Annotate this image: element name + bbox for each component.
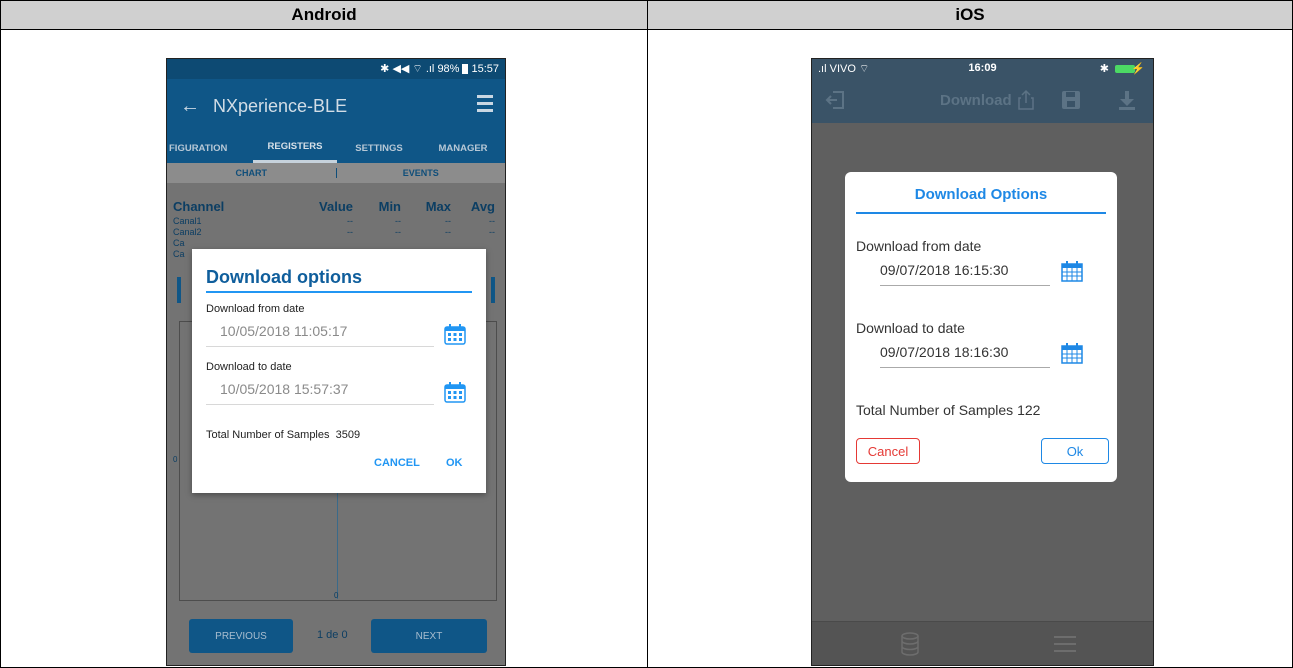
android-toolbar: ← NXperience-BLE <box>167 79 505 133</box>
back-arrow-icon[interactable]: ← <box>167 95 213 118</box>
android-column-header: Android <box>1 1 647 30</box>
page-indicator: 1 de 0 <box>317 629 348 641</box>
total-samples: Total Number of Samples 122 <box>856 402 1041 418</box>
cancel-button[interactable]: Cancel <box>856 438 920 464</box>
cancel-button[interactable]: CANCEL <box>374 457 420 469</box>
from-date-field[interactable]: 09/07/2018 16:15:30 <box>880 262 1050 286</box>
to-date-field[interactable]: 10/05/2018 15:57:37 <box>206 381 434 405</box>
to-date-label: Download to date <box>206 361 292 373</box>
from-date-field[interactable]: 10/05/2018 11:05:17 <box>206 323 434 347</box>
channel-name: Canal1 <box>173 216 202 226</box>
column-divider <box>647 1 648 667</box>
ios-toolbar: Download <box>812 79 1153 123</box>
previous-button[interactable]: PREVIOUS <box>189 619 293 653</box>
download-icon[interactable] <box>1116 89 1138 111</box>
android-screenshot: ✱ ◀◀ ⌔ .ıl 98% 15:57 ← NXperience-BLE FI… <box>166 58 506 666</box>
table-row: Canal1 -- -- -- -- <box>173 216 499 226</box>
tab-manager[interactable]: MANAGER <box>421 133 505 163</box>
channel-avg: -- <box>489 227 495 237</box>
chart-right-button[interactable] <box>491 277 495 303</box>
title-underline <box>856 212 1106 214</box>
header-value: Value <box>319 199 353 214</box>
sub-tabs: CHART EVENTS <box>167 163 505 183</box>
subtab-events[interactable]: EVENTS <box>337 163 506 183</box>
channel-name: Canal2 <box>173 227 202 237</box>
chart-left-button[interactable] <box>177 277 181 303</box>
to-date-label: Download to date <box>856 320 965 336</box>
exit-icon[interactable] <box>824 89 846 111</box>
total-samples-label: Total Number of Samples <box>206 429 330 441</box>
title-underline <box>206 291 472 293</box>
toolbar-title: Download <box>940 92 1012 109</box>
header-max: Max <box>425 199 451 214</box>
channel-min: -- <box>395 227 401 237</box>
database-icon[interactable] <box>900 632 920 661</box>
chart-zero-left: 0 <box>173 455 178 464</box>
calendar-icon[interactable] <box>1061 260 1083 282</box>
header-min: Min <box>378 199 401 214</box>
channel-min: -- <box>395 216 401 226</box>
tab-settings[interactable]: SETTINGS <box>337 133 421 163</box>
channel-max: -- <box>445 216 451 226</box>
header-channel: Channel <box>173 199 225 214</box>
app-title: NXperience-BLE <box>213 95 348 116</box>
from-date-label: Download from date <box>856 238 982 254</box>
tab-registers[interactable]: REGISTERS <box>253 133 337 163</box>
next-button[interactable]: NEXT <box>371 619 487 653</box>
ios-column-header: iOS <box>648 1 1292 30</box>
main-tabs: FIGURATION REGISTERS SETTINGS MANAGER <box>167 133 505 163</box>
channel-max: -- <box>445 227 451 237</box>
channel-value: -- <box>347 227 353 237</box>
bluetooth-icon: ✱ <box>1099 63 1109 75</box>
total-samples: Total Number of Samples 3509 <box>206 429 360 441</box>
calendar-icon[interactable] <box>444 381 466 403</box>
subtab-chart[interactable]: CHART <box>167 163 336 183</box>
header-avg: Avg <box>470 199 495 214</box>
battery-icon <box>462 64 469 74</box>
menu-icon[interactable] <box>1054 636 1076 652</box>
android-status-bar: ✱ ◀◀ ⌔ .ıl 98% 15:57 <box>167 59 505 79</box>
table-row: Ca <box>173 238 499 248</box>
to-date-field[interactable]: 09/07/2018 18:16:30 <box>880 344 1050 368</box>
battery-level: 98% <box>437 63 460 75</box>
calendar-icon[interactable] <box>1061 342 1083 364</box>
save-icon[interactable] <box>1060 89 1082 111</box>
share-icon[interactable] <box>1015 89 1037 111</box>
ios-screenshot: .ıl VIVO ⌔ 16:09 ✱ ⚡ Download Download O… <box>811 58 1154 666</box>
ios-status-bar: .ıl VIVO ⌔ 16:09 ✱ ⚡ <box>812 59 1153 79</box>
channel-name: Ca <box>173 238 185 248</box>
tab-configuration[interactable]: FIGURATION <box>167 133 253 163</box>
dialog-title: Download options <box>206 267 362 287</box>
menu-icon[interactable] <box>477 95 493 116</box>
charging-icon: ⚡ <box>1131 63 1145 75</box>
status-time: 15:57 <box>471 63 499 75</box>
dialog-title: Download Options <box>914 186 1048 203</box>
from-date-label: Download from date <box>206 303 305 315</box>
download-options-dialog: Download Options Download from date 09/0… <box>845 172 1117 482</box>
ok-button[interactable]: Ok <box>1041 438 1109 464</box>
table-row: Canal2 -- -- -- -- <box>173 227 499 237</box>
status-icons: ✱ ◀◀ ⌔ .ıl <box>380 63 435 75</box>
total-samples-value: 3509 <box>335 429 361 441</box>
download-options-dialog: Download options Download from date 10/0… <box>192 249 486 493</box>
ok-button[interactable]: OK <box>446 457 463 469</box>
channel-avg: -- <box>489 216 495 226</box>
ios-bottom-bar <box>812 621 1153 665</box>
calendar-icon[interactable] <box>444 323 466 345</box>
channel-table-header: Channel Value Min Max Avg <box>173 199 499 214</box>
chart-zero-bottom: 0 <box>334 591 339 600</box>
channel-value: -- <box>347 216 353 226</box>
